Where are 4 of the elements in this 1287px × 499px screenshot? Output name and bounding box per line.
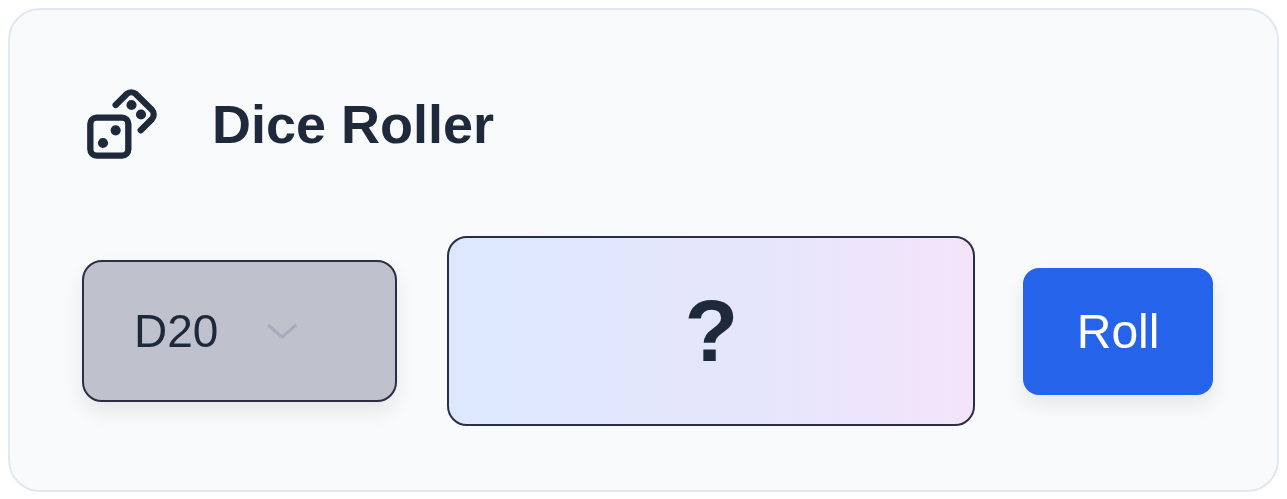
card-title: Dice Roller bbox=[212, 93, 495, 155]
dice-icon bbox=[84, 86, 160, 162]
roll-button[interactable]: Roll bbox=[1023, 267, 1213, 395]
result-display: ? bbox=[447, 236, 976, 426]
